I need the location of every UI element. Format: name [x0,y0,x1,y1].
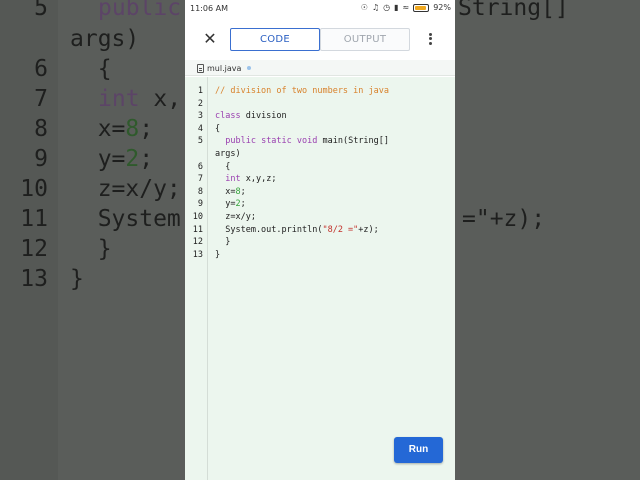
bg-code-line: System [70,206,181,232]
bg-code-line: y=2; [70,146,154,172]
editor-toolbar: ✕ CODE OUTPUT [185,18,455,60]
bg-code-line: } [70,236,112,262]
line-number: 10 [192,212,203,222]
bg-line-number: 8 [34,116,48,142]
code-line-comment: // division of two numbers in java [215,86,389,96]
code-line: { [215,161,231,172]
tab-code[interactable]: CODE [230,28,320,51]
line-number: 2 [197,98,203,109]
file-name: mul.java [207,63,242,73]
bg-code-line: z=x/y; [70,176,181,202]
code-line: z=x/y; [215,212,256,222]
line-number: 6 [197,161,203,172]
code-line: int x,y,z; [225,174,277,185]
code-line-wrapped: args) [215,149,241,159]
bg-code-line: ="+z); [462,206,546,232]
bg-code-line: int x, [98,86,182,112]
bg-code-line: } [70,266,84,292]
code-line: { [215,123,221,134]
file-icon [197,63,204,73]
bg-line-number: 6 [34,56,48,82]
status-time: 11:06 AM [190,4,228,13]
line-number: 9 [197,199,203,210]
line-number: 11 [192,224,203,235]
bg-line-number: 5 [34,0,48,21]
bg-line-number: 7 [34,86,48,112]
more-options-icon[interactable] [424,31,436,49]
code-editor[interactable]: 1 2 3 4 5 6 7 8 9 10 11 12 13 // divisio… [185,77,455,480]
bg-code-line: public [98,0,182,21]
headphones-icon: ☉ [360,3,368,12]
bg-code-line: args) [70,26,140,52]
line-number: 7 [197,174,203,185]
line-number: 1 [197,86,203,96]
bg-code-line: x=8; [70,116,154,142]
bg-line-number: 12 [20,236,48,262]
bg-line-number: 9 [34,146,48,172]
line-number: 4 [197,123,203,134]
unsaved-dot-icon [247,66,252,70]
bg-code-line: { [70,56,112,82]
run-button[interactable]: Run [394,437,443,463]
code-line: y=2; [215,199,246,210]
file-tab[interactable]: mul.java [197,62,252,74]
wifi-icon: ≈ [402,3,410,12]
code-line: System.out.println("8/2 ="+z); [215,224,379,235]
line-number: 12 [192,237,203,248]
code-line: class division [215,111,287,122]
bg-code-line: String[] [458,0,569,21]
code-line: public static void main(String[] [225,136,390,147]
code-line: x=8; [215,186,246,197]
tab-output[interactable]: OUTPUT [320,28,410,51]
bg-line-number: 11 [20,206,48,232]
line-number-gutter: 1 2 3 4 5 6 7 8 9 10 11 12 13 [185,77,208,480]
line-number: 5 [197,136,203,147]
alarm-icon: ◷ [383,3,391,12]
code-line: } [215,249,221,260]
status-icons: ☉ ♫ ◷ ▮ ≈ 92% [361,3,451,12]
bg-line-number: 13 [20,266,48,292]
code-line: } [215,237,231,248]
status-bar: 11:06 AM ☉ ♫ ◷ ▮ ≈ 92% [185,0,455,18]
line-number: 3 [197,111,203,122]
line-number: 13 [192,249,203,260]
battery-percent: 92% [433,3,451,12]
line-number: 8 [197,186,203,197]
mute-icon: ♫ [371,3,380,12]
battery-icon [413,3,430,12]
close-icon[interactable]: ✕ [202,30,218,48]
file-tab-bar: mul.java [185,60,455,76]
phone-screen: 11:06 AM ☉ ♫ ◷ ▮ ≈ 92% ✕ CODE OUTPUT mul… [185,0,455,480]
bg-line-number: 10 [20,176,48,202]
cellular-signal-icon: ▮ [394,3,399,12]
